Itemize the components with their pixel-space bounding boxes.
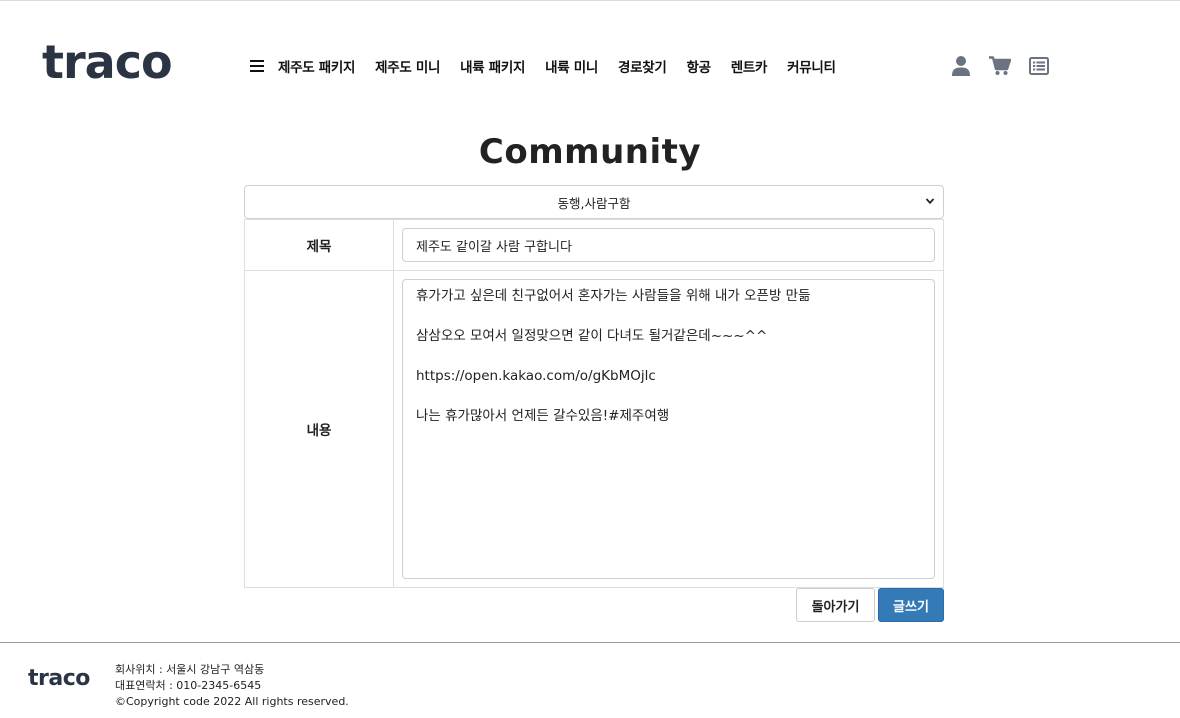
title-input[interactable]: 제주도 같이갈 사람 구합니다 xyxy=(402,228,935,262)
nav-item-jeju-mini[interactable]: 제주도 미니 xyxy=(375,56,440,76)
site-logo[interactable]: traco xyxy=(42,34,173,90)
content-label: 내용 xyxy=(245,271,394,587)
nav-item-community[interactable]: 커뮤니티 xyxy=(787,56,836,76)
nav-item-route-finder[interactable]: 경로찾기 xyxy=(618,56,667,76)
header-icons xyxy=(950,54,1050,78)
content-line: 휴가가고 싶은데 친구없어서 혼자가는 사람들을 위해 내가 오픈방 만듦 xyxy=(416,288,811,304)
footer-logo: traco xyxy=(28,666,90,691)
content-row: 내용 휴가가고 싶은데 친구없어서 혼자가는 사람들을 위해 내가 오픈방 만듦… xyxy=(245,271,943,587)
user-icon[interactable] xyxy=(950,54,972,78)
nav-item-rent-car[interactable]: 렌트카 xyxy=(731,56,768,76)
page-title: Community xyxy=(478,132,702,172)
nav-item-inland-mini[interactable]: 내륙 미니 xyxy=(545,56,598,76)
nav-item-inland-package[interactable]: 내륙 패키지 xyxy=(460,56,525,76)
content-line: 나는 휴가많아서 언제든 갈수있음!#제주여행 xyxy=(416,408,670,424)
title-label: 제목 xyxy=(245,220,394,270)
back-button[interactable]: 돌아가기 xyxy=(796,588,875,622)
content-line: https://open.kakao.com/o/gKbMOjlc xyxy=(416,368,656,384)
footer-info: 회사위치 : 서울시 강남구 역삼동 대표연락처 : 010-2345-6545… xyxy=(115,662,349,710)
nav-item-jeju-package[interactable]: 제주도 패키지 xyxy=(278,56,355,76)
footer-address: 회사위치 : 서울시 강남구 역삼동 xyxy=(115,663,265,676)
footer-phone: 대표연락처 : 010-2345-6545 xyxy=(115,679,262,692)
footer-copyright: ©Copyright code 2022 All rights reserved… xyxy=(115,695,349,708)
hamburger-menu-icon[interactable] xyxy=(250,60,264,72)
main-nav: 제주도 패키지 제주도 미니 내륙 패키지 내륙 미니 경로찾기 항공 렌트카 … xyxy=(250,54,836,78)
category-select[interactable]: 동행,사람구함 xyxy=(244,185,944,219)
content-line: 삼삼오오 모여서 일정맞으면 같이 다녀도 될거같은데~~~^^ xyxy=(416,328,768,344)
write-button[interactable]: 글쓰기 xyxy=(878,588,944,622)
cart-icon[interactable] xyxy=(989,54,1011,78)
content-textarea[interactable]: 휴가가고 싶은데 친구없어서 혼자가는 사람들을 위해 내가 오픈방 만듦 삼삼… xyxy=(402,279,935,579)
category-selected-value: 동행,사람구함 xyxy=(557,195,631,211)
nav-item-flight[interactable]: 항공 xyxy=(687,56,712,76)
chevron-down-icon xyxy=(925,198,935,205)
list-icon[interactable] xyxy=(1028,54,1050,78)
footer-divider xyxy=(0,642,1180,643)
title-row: 제목 제주도 같이갈 사람 구합니다 xyxy=(245,220,943,271)
post-form: 제목 제주도 같이갈 사람 구합니다 내용 휴가가고 싶은데 친구없어서 혼자가… xyxy=(244,219,944,588)
top-border xyxy=(0,0,1180,1)
